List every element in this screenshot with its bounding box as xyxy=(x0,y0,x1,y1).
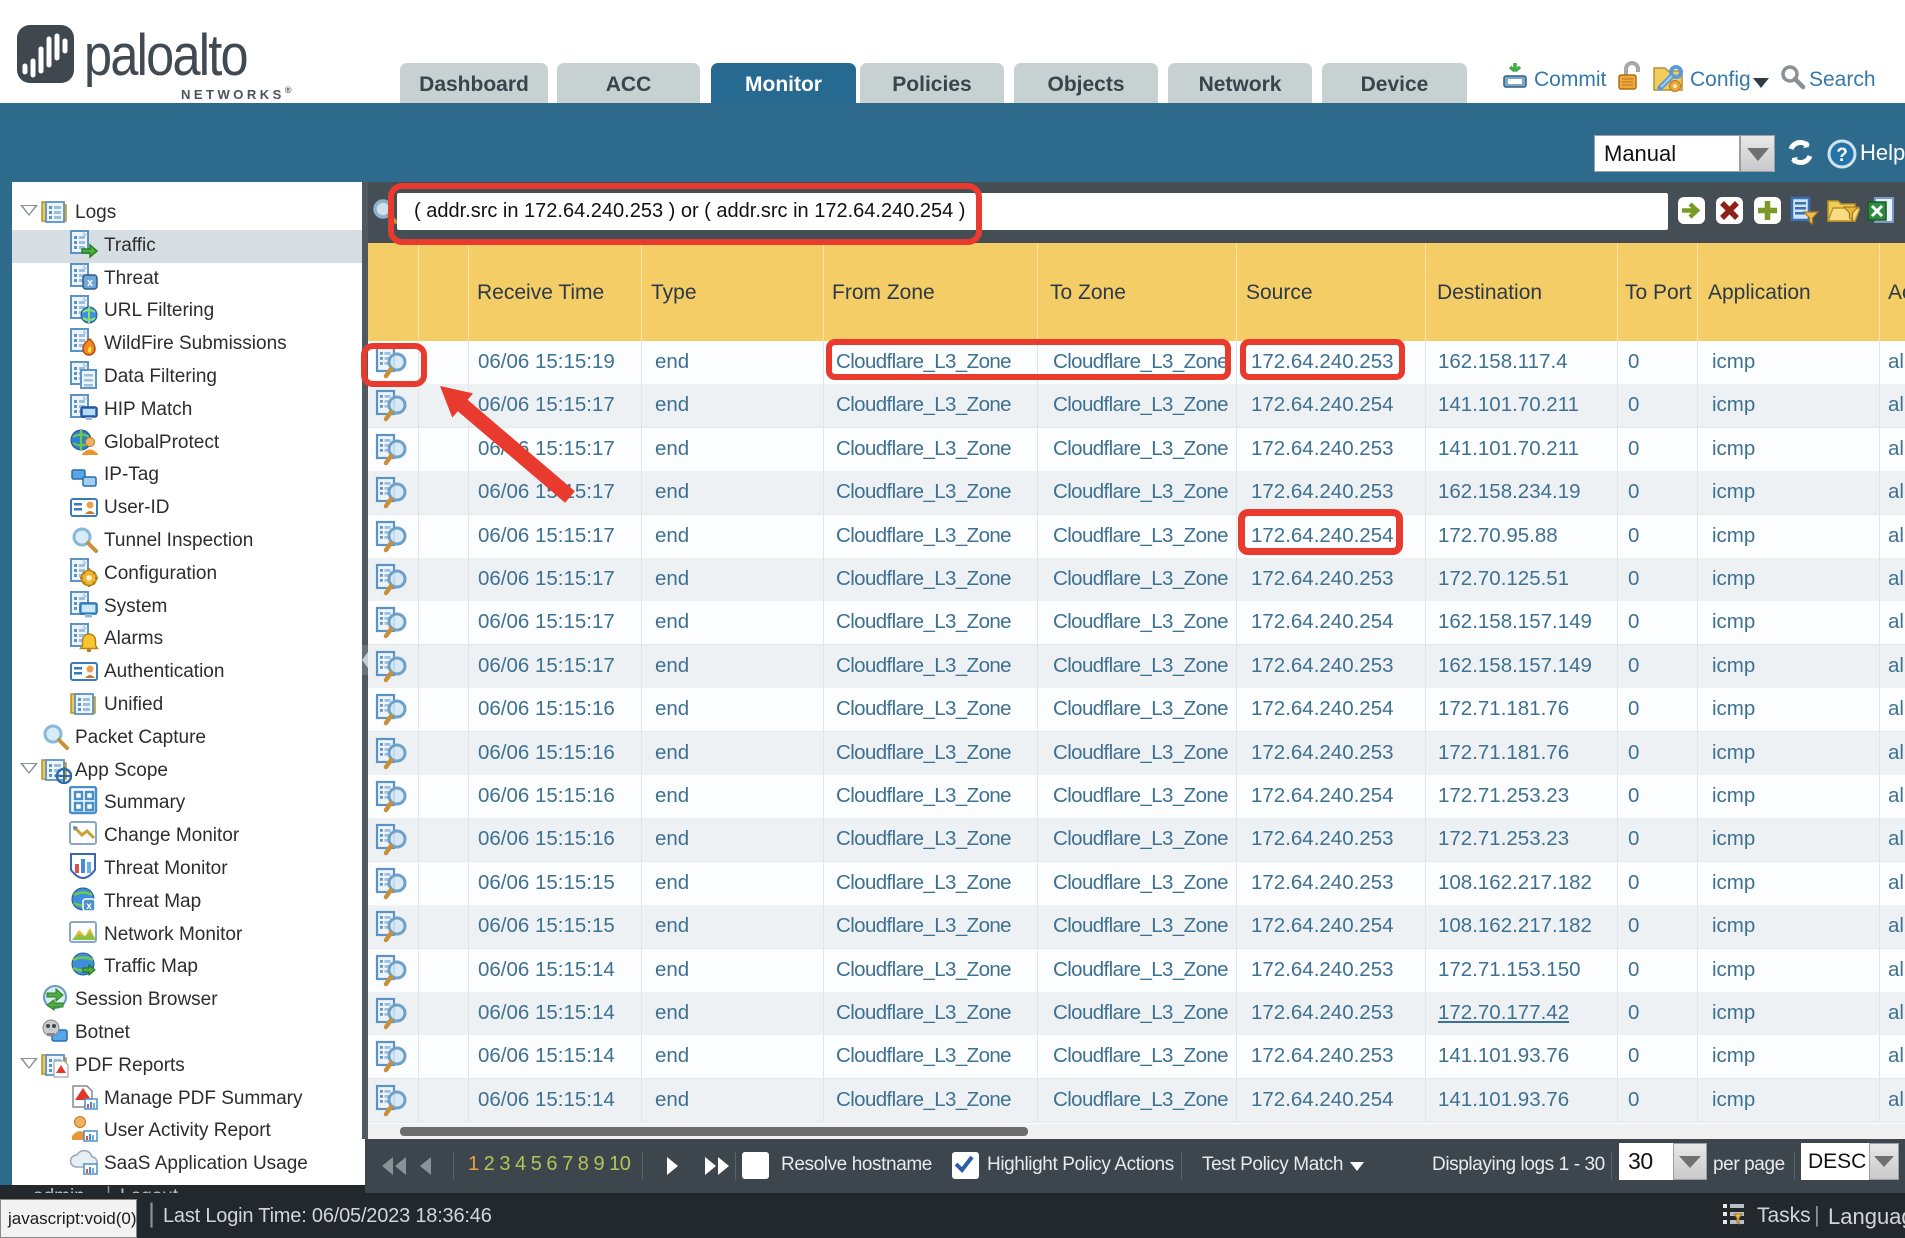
svg-text:x: x xyxy=(86,901,92,912)
svg-text:?: ? xyxy=(1836,145,1848,166)
svg-text:x: x xyxy=(87,277,94,289)
